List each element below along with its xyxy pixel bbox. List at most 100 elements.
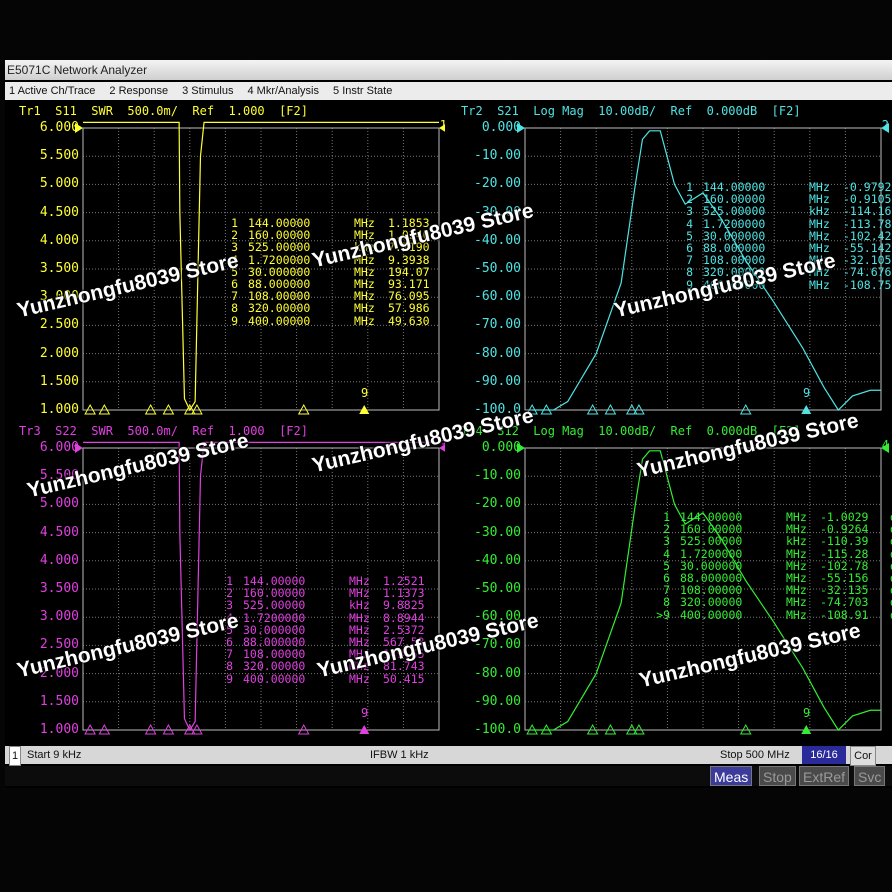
marker-table-tr2: 1 144.00000 MHz -0.9792 2 160.00000 MHz -0.9105… <box>675 181 892 291</box>
y-tick-label: 5.000 <box>39 496 79 512</box>
menu-bar: 1 Active Ch/Trace 2 Response 3 Stimulus … <box>5 82 892 100</box>
start-frequency: Start 9 kHz <box>27 749 82 761</box>
marker-unit: MHz <box>786 546 807 561</box>
y-tick-label: -60.00 <box>474 609 521 625</box>
active-marker-number: 9 <box>803 706 811 720</box>
marker-row: 3525.00000kHz-110.39dB <box>652 535 892 547</box>
marker-num: 9 <box>686 277 693 292</box>
ref-marker-number: 4 <box>881 438 889 452</box>
meas-button[interactable]: Meas <box>710 766 753 786</box>
y-tick-label: 4.500 <box>39 204 79 220</box>
marker-unit: MHz <box>354 252 375 267</box>
status-bar: 1 Start 9 kHz IFBW 1 kHz Stop 500 MHz 16… <box>5 746 892 766</box>
y-tick-label: -80.00 <box>474 345 521 361</box>
marker-val: 49.630 <box>388 313 430 328</box>
marker-freq: 400.00000 <box>243 671 306 686</box>
y-tick-label: -30.00 <box>474 524 521 540</box>
marker-num: 3 <box>686 204 693 219</box>
trace-pane-tr2[interactable]: Tr2 S21 Log Mag 10.00dB/ Ref 0.000dB [F2… <box>447 103 892 423</box>
marker-num: 4 <box>663 546 670 561</box>
network-analyzer-window: E5071C Network Analyzer 1 Active Ch/Trac… <box>5 60 892 788</box>
stop-frequency: Stop 500 MHz <box>720 749 790 761</box>
y-tick-label: 1.500 <box>39 373 79 389</box>
active-marker-number: 9 <box>361 706 369 720</box>
marker-unit: MHz <box>786 607 807 622</box>
y-tick-label: -100.0 <box>474 402 521 417</box>
menu-active-ch-trace[interactable]: 1 Active Ch/Trace <box>9 82 95 100</box>
y-tick-label: -100.0 <box>474 722 521 737</box>
y-tick-label: -10.00 <box>474 148 521 164</box>
marker-row: 8 320.00000 MHz 81.743 <box>215 660 445 672</box>
marker-unit: kHz <box>786 534 807 549</box>
marker-freq: 1.7200000 <box>248 252 311 267</box>
marker-unit: MHz <box>786 595 807 610</box>
y-tick-label: 5.500 <box>39 148 79 164</box>
marker-num: 8 <box>231 301 238 316</box>
stop-button[interactable]: Stop <box>759 766 796 786</box>
marker-unit: MHz <box>349 610 370 625</box>
marker-num: 3 <box>226 598 233 613</box>
y-tick-label: 0.000 <box>481 440 521 455</box>
extref-button[interactable]: ExtRef <box>799 766 850 786</box>
menu-stimulus[interactable]: 3 Stimulus <box>182 82 233 100</box>
marker-val: -114.16 <box>843 204 892 219</box>
marker-val: -110.39 <box>820 534 869 549</box>
marker-val: -108.75 <box>843 277 892 292</box>
y-tick-label: 1.000 <box>39 722 79 737</box>
svc-button[interactable]: Svc <box>854 766 886 786</box>
y-tick-label: 5.000 <box>39 176 79 192</box>
marker-num: 4 <box>231 252 238 267</box>
marker-table-tr3: 1 144.00000 MHz 1.2521 2 160.00000 MHz 1.1373 3 5… <box>215 575 445 685</box>
y-tick-label: 2.500 <box>39 637 79 653</box>
y-tick-label: -30.00 <box>474 204 521 220</box>
marker-val: 57.986 <box>388 301 430 316</box>
ref-marker-number: 1 <box>439 118 445 132</box>
marker-table-tr1: 1 144.00000 MHz 1.1853 2 160.00000 MHz 1.0240 3 5… <box>220 217 445 327</box>
marker-row: >9400.00000MHz-108.91dB <box>652 607 892 622</box>
window-title: E5071C Network Analyzer <box>5 60 892 80</box>
marker-unit: MHz <box>349 659 370 674</box>
marker-unit: MHz <box>354 301 375 316</box>
marker-freq: 1.7200000 <box>680 546 743 561</box>
ifbw: IFBW 1 kHz <box>370 749 429 761</box>
y-tick-label: 3.000 <box>39 609 79 625</box>
marker-freq: 525.00000 <box>703 204 766 219</box>
marker-num: 8 <box>686 265 693 280</box>
marker-freq: 1.7200000 <box>243 610 306 625</box>
y-tick-label: 1.500 <box>39 693 79 709</box>
averaging-count: 16/16 <box>802 746 846 764</box>
marker-num: >9 <box>656 607 670 622</box>
y-tick-label: 5.500 <box>39 468 79 484</box>
menu-response[interactable]: 2 Response <box>109 82 168 100</box>
marker-row: 3 525.00000 kHz -114.16 <box>675 205 892 217</box>
marker-num: 4 <box>226 610 233 625</box>
y-tick-label: -50.00 <box>474 581 521 596</box>
marker-freq: 400.00000 <box>680 607 743 622</box>
marker-num: 8 <box>226 659 233 674</box>
marker-val: 7.1190 <box>388 240 430 255</box>
y-tick-label: 6.000 <box>39 440 79 455</box>
marker-row: 41.7200000MHz-115.28dB <box>652 546 892 561</box>
y-tick-label: 3.500 <box>39 261 79 276</box>
trace-pane-tr3[interactable]: Tr3 S22 SWR 500.0m/ Ref 1.000 [F2] 6.000… <box>5 423 445 743</box>
marker-row: 3525.00000kHz9.8825k <box>215 599 445 611</box>
y-tick-label: -60.00 <box>474 289 521 305</box>
marker-unit: kHz <box>354 240 375 255</box>
y-tick-label: -20.00 <box>474 176 521 192</box>
y-tick-label: -90.00 <box>474 693 521 709</box>
menu-instr-state[interactable]: 5 Instr State <box>333 82 392 100</box>
menu-mkr-analysis[interactable]: 4 Mkr/Analysis <box>247 82 319 100</box>
marker-num: 8 <box>663 595 670 610</box>
y-tick-label: 2.500 <box>39 317 79 333</box>
trace-pane-tr4[interactable]: Tr4 S12 Log Mag 10.00dB/ Ref 0.000dB [F2… <box>447 423 892 743</box>
marker-unit: MHz <box>809 216 830 231</box>
y-tick-label: -40.00 <box>474 552 521 568</box>
marker-unit: kHz <box>349 598 370 613</box>
active-marker-number: 9 <box>803 386 811 400</box>
trace-pane-tr1[interactable]: Tr1 S11 SWR 500.0m/ Ref 1.000 [F2] 6.000… <box>5 103 445 423</box>
marker-val: 9.8825 <box>383 598 425 613</box>
y-tick-label: -20.00 <box>474 496 521 512</box>
y-tick-label: 3.000 <box>39 289 79 305</box>
marker-table-tr4: 1144.00000MHz-1.0029dB2160.00000MHz-0.92… <box>652 511 892 621</box>
marker-unit: MHz <box>809 277 830 292</box>
